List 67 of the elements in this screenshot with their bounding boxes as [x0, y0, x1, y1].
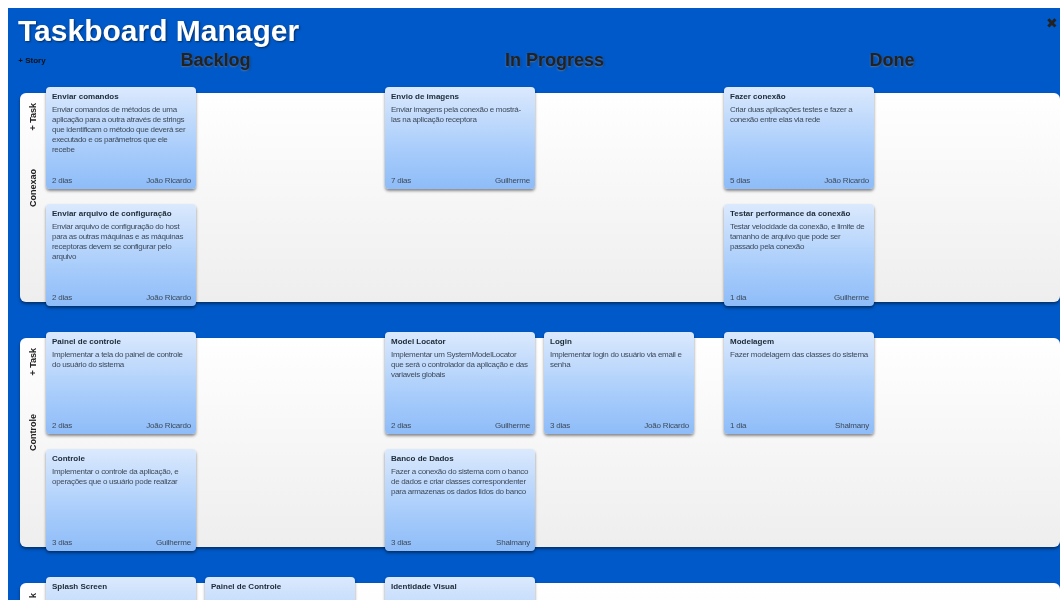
- task-estimate: 5 dias: [730, 176, 751, 185]
- task-owner: Guilherme: [494, 176, 530, 185]
- task-estimate: 2 dias: [52, 293, 73, 302]
- task-title: Model Locator: [391, 337, 447, 346]
- task-title: Controle: [52, 454, 86, 463]
- task-description: Fazer modelagem das classes do sistema: [730, 350, 869, 360]
- task-card[interactable]: Identidade Visual: [385, 577, 535, 600]
- task-owner: João Ricardo: [824, 176, 869, 185]
- task-card[interactable]: Testar performance da conexão Testar velocidade da conexão, e limite de tamanho de arquivo que pode ser passado pela conexão 1 dia Guilherme: [724, 204, 874, 306]
- task-description: Criar duas aplicações testes e fazer a conexão entre elas via rede: [730, 105, 854, 125]
- task-card[interactable]: Enviar comandos Enviar comandos de métodos de uma aplicação para a outra através de strings que identificam o método que deverá ser executado e os parâmetros que ele recebe 2 dias João Ricardo: [46, 87, 196, 189]
- task-owner: Guilherme: [833, 293, 869, 302]
- task-title: Envio de imagens: [391, 92, 461, 101]
- task-estimate: 1 dia: [730, 293, 747, 302]
- task-estimate: 3 dias: [52, 538, 73, 547]
- task-card[interactable]: Modelagem Fazer modelagem das classes do sistema 1 dia Shalmany: [724, 332, 874, 434]
- column-header: In Progress: [504, 50, 604, 70]
- task-description: Implementar um SystemModelLocator que será o controlador da aplicação e das variaveis globais: [391, 350, 529, 380]
- task-description: Implementar a tela do painel de controle do usuário do sistema: [52, 350, 184, 370]
- task-owner: Shalmany: [835, 421, 869, 430]
- task-description: Enviar imagens pela conexão e mostrá-las na aplicação receptora: [391, 105, 522, 125]
- add-task-link[interactable]: + Task: [28, 103, 38, 131]
- task-card[interactable]: Envio de imagens Enviar imagens pela conexão e mostrá-las na aplicação receptora 7 dias Guilherme: [385, 87, 535, 189]
- task-title: Testar performance da conexão: [730, 209, 852, 218]
- task-owner: João Ricardo: [146, 176, 191, 185]
- column-header: Backlog: [180, 50, 251, 70]
- add-task-link[interactable]: + Task: [28, 348, 38, 376]
- task-title: Identidade Visual: [391, 582, 458, 591]
- task-description: Enviar arquivo de configuração do host para as outras máquinas e as máquinas receptoras devem se configurar pelo arquivo: [52, 222, 185, 262]
- task-owner: João Ricardo: [644, 421, 689, 430]
- task-description: Implementar o controle da aplicação, e operações que o usuário pode realizar: [52, 467, 180, 487]
- add-task-link[interactable]: k: [28, 593, 38, 598]
- task-owner: Shalmany: [496, 538, 530, 547]
- story-name: Conexao: [28, 168, 38, 207]
- column-header: Done: [869, 50, 915, 70]
- task-title: Banco de Dados: [391, 454, 455, 463]
- task-card[interactable]: Controle Implementar o controle da aplicação, e operações que o usuário pode realizar 3 dias Guilherme: [46, 449, 196, 551]
- task-estimate: 3 dias: [550, 421, 571, 430]
- task-title: Enviar comandos: [52, 92, 120, 101]
- task-estimate: 2 dias: [391, 421, 412, 430]
- task-description: Implementar login do usuário via email e senha: [550, 350, 683, 370]
- story-name: Controle: [28, 413, 38, 451]
- task-estimate: 2 dias: [52, 421, 73, 430]
- task-description: Testar velocidade da conexão, e limite de tamanho de arquivo que pode ser passado pela conexão: [730, 222, 866, 252]
- task-title: Splash Screen: [52, 582, 109, 591]
- task-estimate: 1 dia: [730, 421, 747, 430]
- task-owner: João Ricardo: [146, 293, 191, 302]
- task-card[interactable]: Splash Screen: [46, 577, 196, 600]
- task-title: Login: [550, 337, 573, 346]
- task-description: Fazer a conexão do sistema com o banco de dados e criar classes correspondenter para armazenas os dados lidos do banco: [391, 467, 530, 497]
- task-title: Modelagem: [730, 337, 775, 346]
- app-title: Taskboard Manager: [18, 14, 300, 48]
- task-description: Enviar comandos de métodos de uma aplicação para a outra através de strings que identificam o método que deverá ser executado e os parâmetros que ele recebe: [52, 105, 187, 155]
- task-title: Enviar arquivo de configuração: [52, 209, 173, 218]
- task-estimate: 3 dias: [391, 538, 412, 547]
- task-card[interactable]: Banco de Dados Fazer a conexão do sistema com o banco de dados e criar classes correspondenter para armazenas os dados lidos do banco 3 dias Shalmany: [385, 449, 535, 551]
- task-estimate: 7 dias: [391, 176, 412, 185]
- task-title: Painel de Controle: [211, 582, 283, 591]
- task-card[interactable]: Painel de Controle: [205, 577, 355, 600]
- task-owner: Guilherme: [155, 538, 191, 547]
- task-estimate: 2 dias: [52, 176, 73, 185]
- task-card[interactable]: Enviar arquivo de configuração Enviar arquivo de configuração do host para as outras máquinas e as máquinas receptoras devem se configurar pelo arquivo 2 dias João Ricardo: [46, 204, 196, 306]
- task-title: Fazer conexão: [730, 92, 787, 101]
- task-owner: Guilherme: [494, 421, 530, 430]
- task-title: Painel de controle: [52, 337, 122, 346]
- task-owner: João Ricardo: [146, 421, 191, 430]
- task-card[interactable]: Login Implementar login do usuário via email e senha 3 dias João Ricardo: [544, 332, 694, 434]
